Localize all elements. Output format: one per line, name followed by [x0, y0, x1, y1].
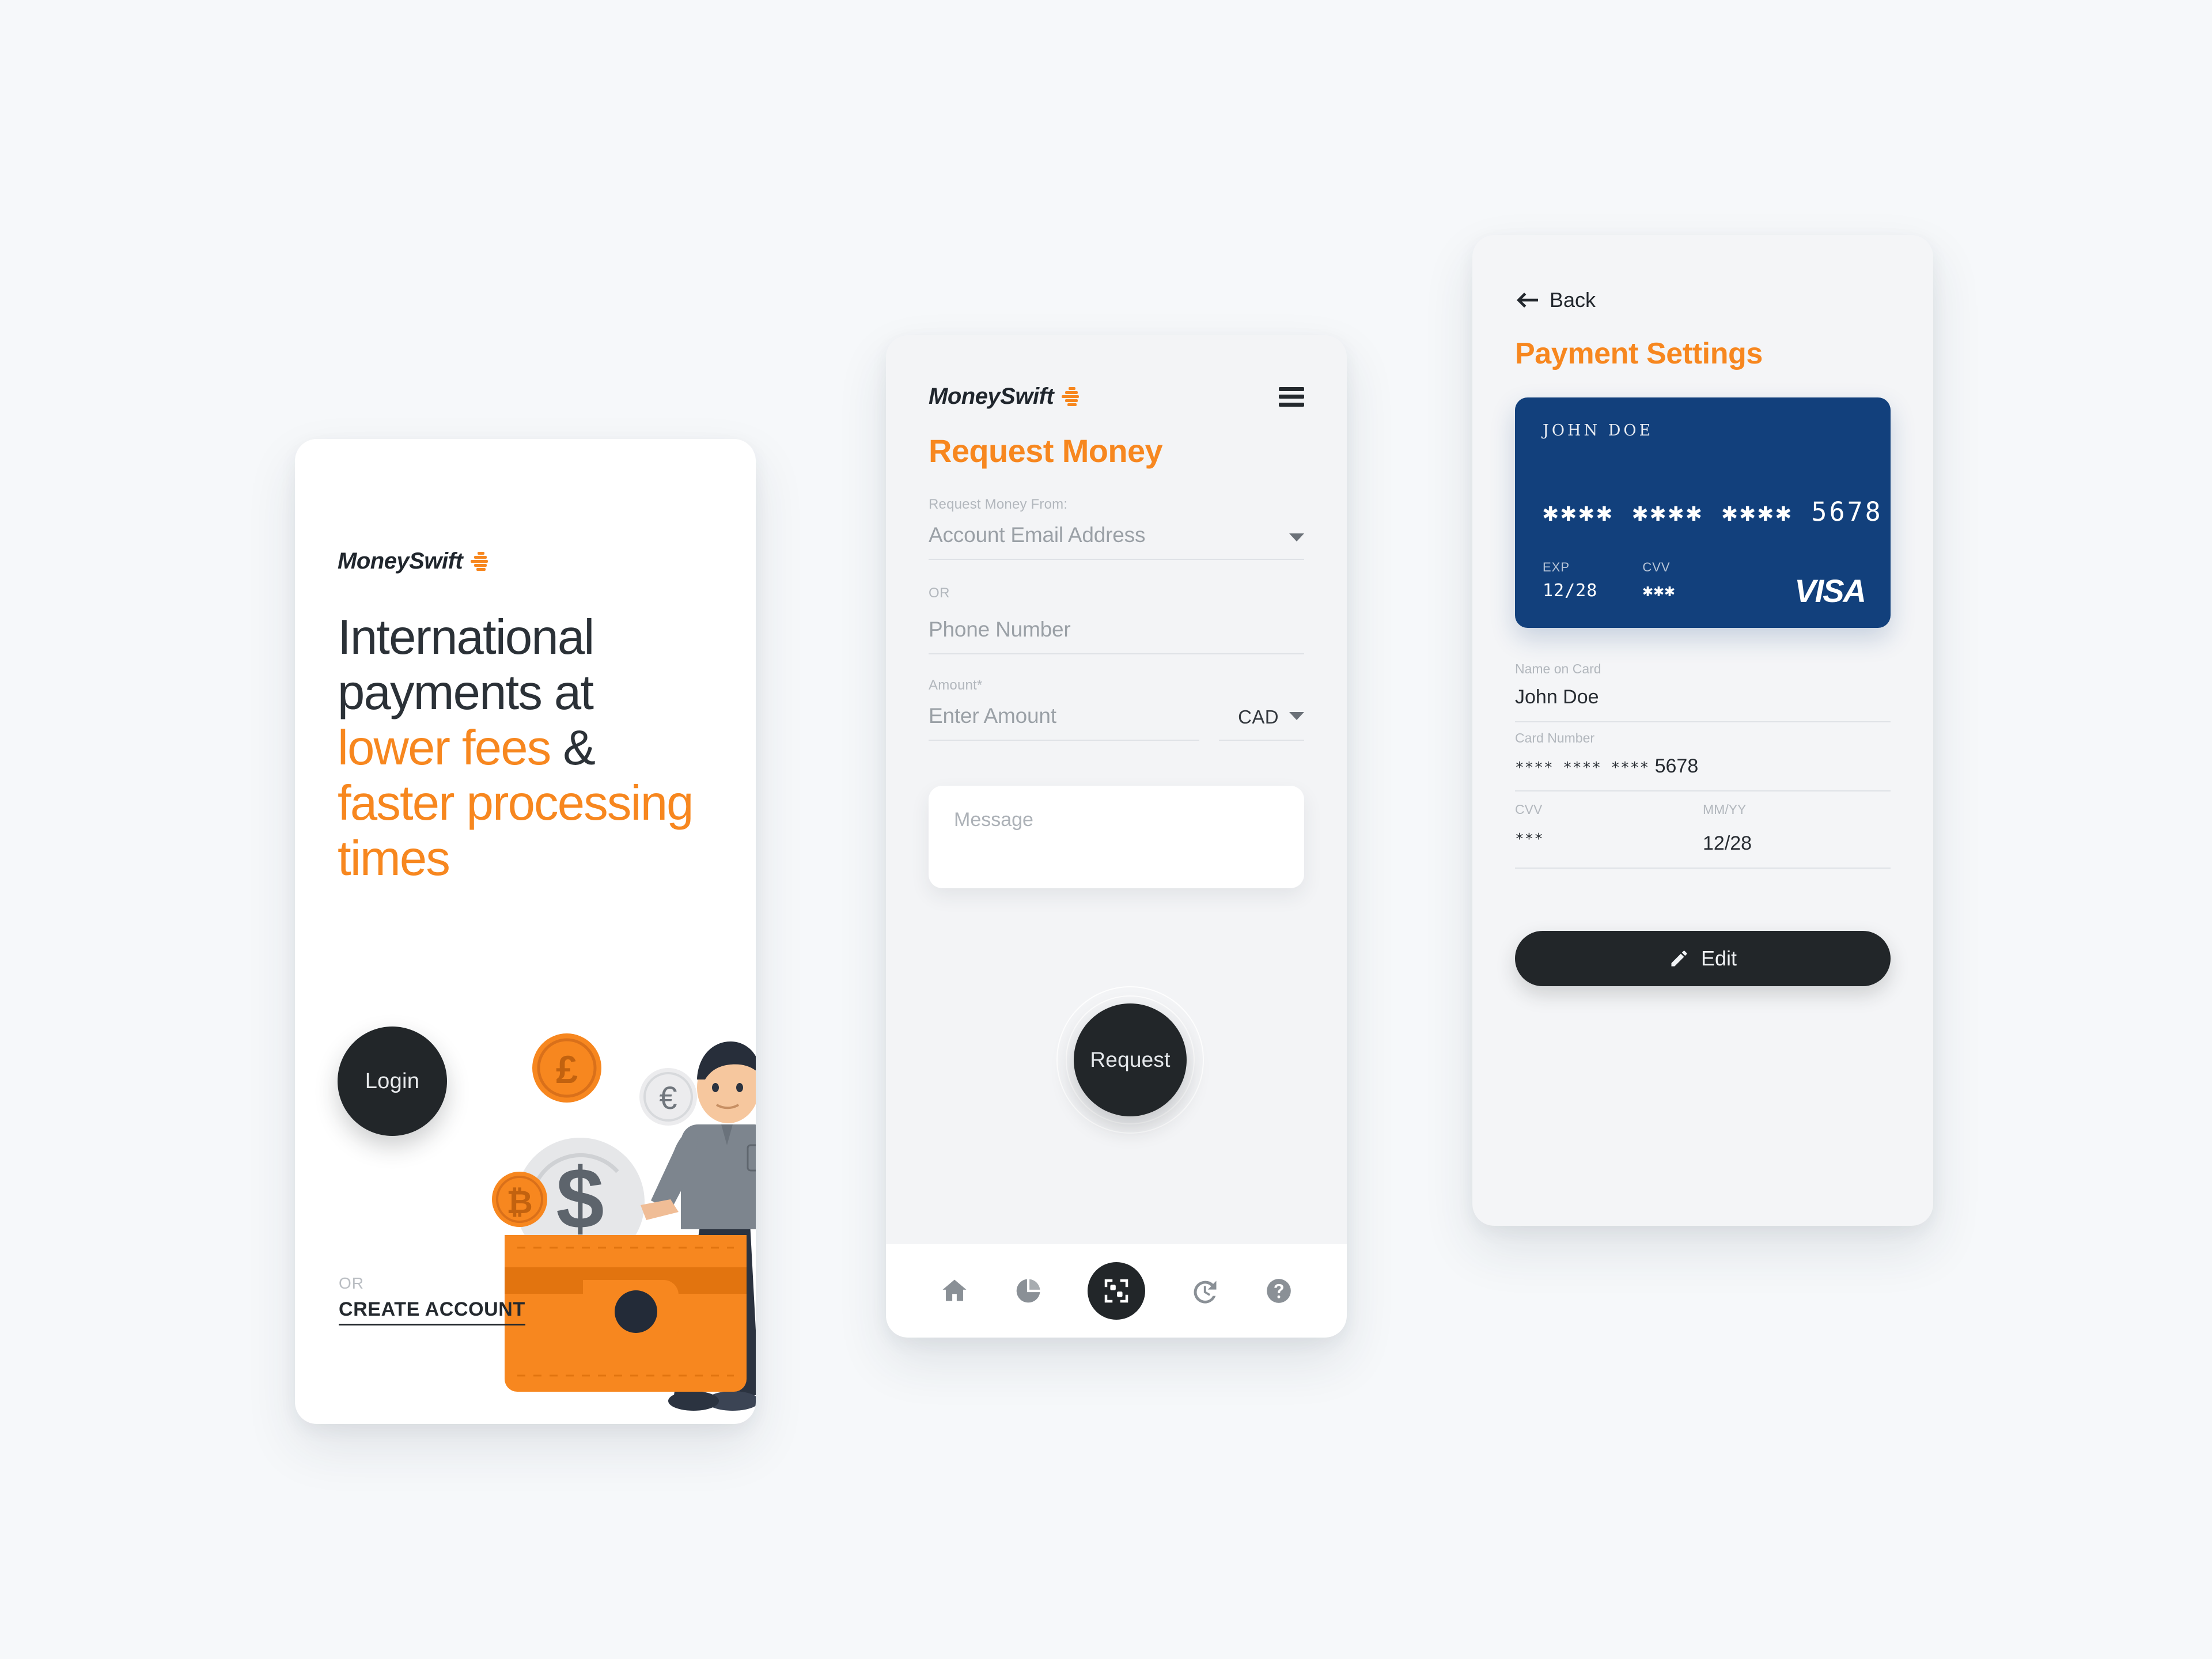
history-icon: [1194, 1281, 1217, 1304]
card-cvv-label: CVV: [1642, 560, 1671, 574]
card-exp-value: 12/28: [1543, 581, 1598, 601]
card-holder-name: JOHN DOE: [1543, 422, 1654, 440]
name-on-card-label: Name on Card: [1515, 661, 1601, 676]
card-number-label: Card Number: [1515, 730, 1595, 745]
home-icon: [942, 1279, 967, 1301]
hamburger-menu-icon[interactable]: [1279, 387, 1304, 407]
swift-mark-icon: [1062, 387, 1080, 406]
request-from-label: Request Money From:: [929, 497, 1068, 512]
back-button[interactable]: Back: [1515, 288, 1596, 312]
request-button-wrap: Request: [1056, 986, 1204, 1134]
message-textarea[interactable]: Message: [929, 786, 1304, 888]
card-cvv-value: ✱✱✱: [1642, 581, 1676, 601]
headline-accent-2: faster processing: [338, 776, 694, 831]
chevron-down-icon: [1289, 712, 1304, 720]
expiry-value: 12/28: [1703, 832, 1752, 854]
nav-scan[interactable]: [1087, 1262, 1145, 1320]
request-button[interactable]: Request: [1074, 1003, 1187, 1116]
currency-value: CAD: [1238, 706, 1279, 728]
nav-statistics[interactable]: [1014, 1277, 1043, 1305]
create-account-link[interactable]: CREATE ACCOUNT: [339, 1298, 525, 1325]
name-on-card-field[interactable]: Name on Card John Doe: [1515, 661, 1891, 722]
screenshot-canvas: MoneySwift International payments at low…: [0, 0, 2212, 1659]
phone-input-value[interactable]: Phone Number: [929, 618, 1071, 642]
qr-scan-icon: [1104, 1279, 1128, 1303]
phone-screen-login: MoneySwift International payments at low…: [295, 439, 756, 1424]
nav-history[interactable]: [1190, 1276, 1220, 1306]
wallet-illustration: $ € £ ₿: [492, 1033, 756, 1411]
card-number: ✱✱✱✱ ✱✱✱✱ ✱✱✱✱ 5678: [1543, 497, 1883, 527]
request-from-field[interactable]: Request Money From: Account Email Addres…: [929, 497, 1304, 560]
help-icon: [1267, 1279, 1291, 1303]
pencil-icon: [1671, 950, 1687, 967]
card-exp-label: EXP: [1543, 560, 1570, 574]
login-button[interactable]: Login: [338, 1027, 447, 1136]
visa-logo: VISA: [1794, 573, 1866, 609]
app-logo: MoneySwift: [929, 384, 1081, 410]
request-header: MoneySwift: [929, 384, 1304, 410]
pie-chart-icon: [1017, 1279, 1040, 1303]
amount-label: Amount*: [929, 677, 983, 693]
app-logo-text: MoneySwift: [929, 384, 1054, 409]
svg-text:£: £: [556, 1048, 578, 1092]
login-content: MoneySwift International payments at low…: [338, 548, 712, 887]
cvv-field[interactable]: CVV ***: [1515, 802, 1703, 855]
svg-text:€: €: [659, 1080, 677, 1116]
svg-text:₿: ₿: [506, 1184, 533, 1220]
nav-help[interactable]: [1264, 1277, 1293, 1305]
credit-card: JOHN DOE ✱✱✱✱ ✱✱✱✱ ✱✱✱✱ 5678 EXP 12/28 C…: [1515, 397, 1891, 628]
page-title: Payment Settings: [1515, 337, 1763, 370]
svg-text:$: $: [556, 1150, 604, 1247]
card-meta: EXP 12/28 CVV ✱✱✱: [1543, 560, 1676, 601]
amount-input[interactable]: Enter Amount: [929, 704, 1199, 741]
phone-screen-payment-settings: Back Payment Settings JOHN DOE ✱✱✱✱ ✱✱✱✱…: [1472, 235, 1933, 1226]
headline-ampersand: &: [563, 721, 596, 776]
amount-input-value: Enter Amount: [929, 704, 1056, 728]
edit-button[interactable]: Edit: [1515, 931, 1891, 986]
expiry-field[interactable]: MM/YY 12/28: [1703, 802, 1891, 855]
phone-number-field[interactable]: OR Phone Number: [929, 585, 1304, 654]
swift-mark-icon: [471, 551, 488, 571]
card-number-field[interactable]: Card Number **** **** **** 5678: [1515, 730, 1891, 791]
arrow-left-icon: [1517, 293, 1538, 308]
cvv-expiry-row[interactable]: CVV *** MM/YY 12/28: [1515, 802, 1891, 869]
cvv-masked: ***: [1515, 831, 1544, 848]
back-label: Back: [1550, 288, 1596, 312]
headline-accent-3: times: [338, 831, 450, 887]
card-number-value: **** **** **** 5678: [1515, 755, 1891, 778]
login-headline: International payments at lower fees & f…: [338, 610, 712, 887]
email-input-value[interactable]: Account Email Address: [929, 523, 1145, 547]
name-on-card-value: John Doe: [1515, 686, 1599, 708]
login-or-label: OR: [339, 1274, 364, 1292]
nav-home[interactable]: [940, 1276, 969, 1306]
headline-accent-1: lower fees: [338, 721, 551, 776]
edit-label: Edit: [1700, 946, 1737, 970]
headline-line-2: payments at: [338, 665, 594, 721]
card-cvv: CVV ✱✱✱: [1642, 560, 1675, 601]
request-or-label: OR: [929, 585, 950, 601]
cvv-label: CVV: [1515, 802, 1543, 817]
amount-field[interactable]: Amount* Enter Amount CAD: [929, 677, 1304, 741]
headline-line-1: International: [338, 610, 594, 665]
app-logo-text: MoneySwift: [338, 548, 463, 574]
bottom-navigation: [886, 1244, 1347, 1338]
chevron-down-icon[interactable]: [1289, 533, 1304, 541]
app-logo: MoneySwift: [338, 548, 712, 574]
phone-screen-request-money: MoneySwift Request Money Request Money F…: [886, 335, 1347, 1338]
currency-select[interactable]: CAD: [1219, 706, 1304, 741]
card-number-masked: **** **** ****: [1515, 759, 1650, 777]
expiry-label: MM/YY: [1703, 802, 1747, 817]
cvv-value: ***: [1515, 827, 1703, 849]
card-exp: EXP 12/28: [1543, 560, 1597, 601]
page-title: Request Money: [929, 433, 1163, 469]
card-number-last4: 5678: [1654, 755, 1699, 777]
